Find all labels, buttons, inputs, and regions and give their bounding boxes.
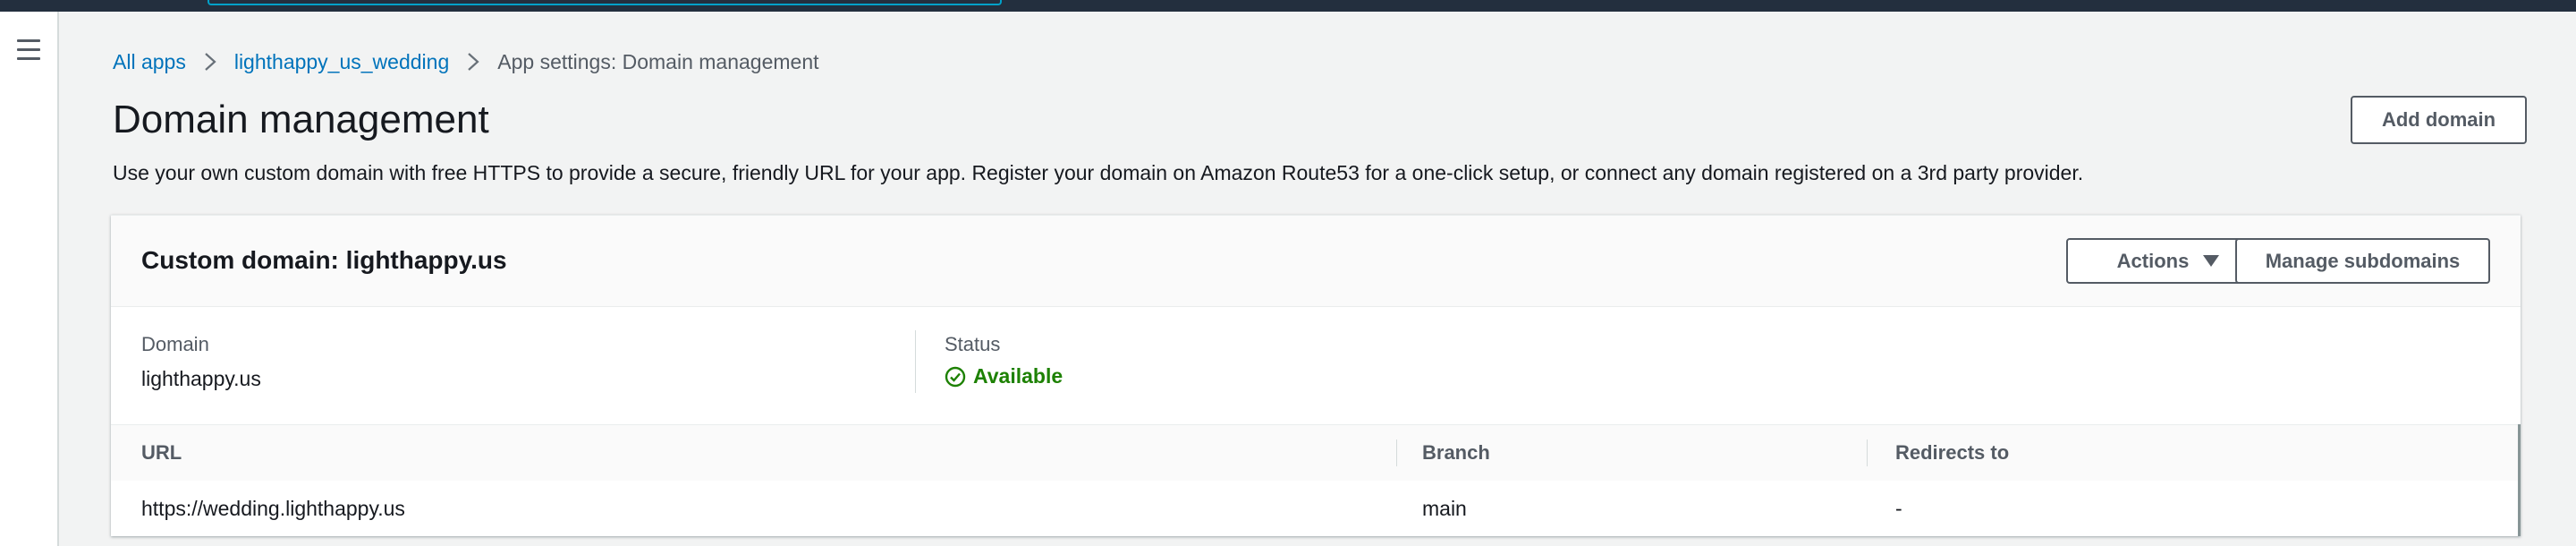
table-scrollbar[interactable] [2518,424,2521,536]
cell-url[interactable]: https://wedding.lighthappy.us [141,481,405,536]
column-header-url[interactable]: URL [141,425,182,481]
actions-label: Actions [2116,249,2190,272]
column-header-redirects[interactable]: Redirects to [1895,425,2009,481]
side-navigation [0,12,59,546]
table-header-row: URL Branch Redirects to [111,424,2518,482]
table-row: https://wedding.lighthappy.us main - [111,481,2518,536]
breadcrumb-app[interactable]: lighthappy_us_wedding [234,50,449,74]
search-input[interactable] [208,0,1002,5]
page-description: Use your own custom domain with free HTT… [113,161,2084,184]
chevron-right-icon [468,53,479,71]
status-value: Available [973,364,1063,388]
chevron-right-icon [205,53,216,71]
panel-header: Custom domain: lighthappy.us Actions Man… [111,216,2521,307]
cell-branch: main [1422,496,1467,520]
manage-subdomains-button[interactable]: Manage subdomains [2235,238,2490,284]
domain-label: Domain [141,333,209,355]
panel-title: Custom domain: lighthappy.us [141,246,507,274]
domain-value: lighthappy.us [141,367,261,390]
custom-domain-panel: Custom domain: lighthappy.us Actions Man… [111,215,2521,536]
check-circle-icon [945,366,966,387]
status-label: Status [945,333,1001,355]
breadcrumb-current: App settings: Domain management [497,49,819,73]
breadcrumb: All apps lighthappy_us_wedding App setti… [113,48,819,75]
caret-down-icon [2203,255,2220,267]
divider [915,330,916,393]
page-title: Domain management [113,98,489,141]
column-header-branch[interactable]: Branch [1422,425,1490,481]
status-badge: Available [945,364,1063,388]
add-domain-button[interactable]: Add domain [2351,96,2527,144]
column-divider [1396,439,1397,466]
breadcrumb-all-apps[interactable]: All apps [113,50,186,74]
top-navigation-bar [0,0,2576,12]
cell-redirects: - [1895,496,1902,520]
column-divider [1867,439,1868,466]
hamburger-menu-icon[interactable] [17,39,40,61]
